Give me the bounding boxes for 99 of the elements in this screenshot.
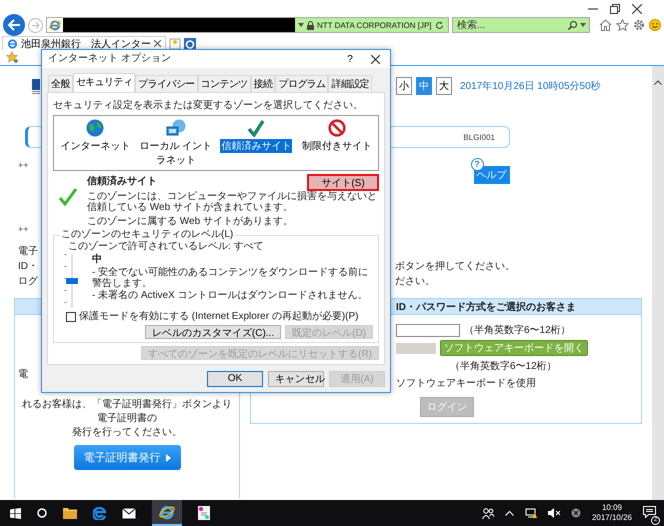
site-identity: NTT DATA CORPORATION [JP] xyxy=(317,20,432,30)
dialog-tab[interactable]: 詳細設定 xyxy=(328,75,372,92)
search-box[interactable]: 検索... xyxy=(452,17,590,33)
close-icon[interactable] xyxy=(632,4,642,14)
search-icon[interactable] xyxy=(37,508,47,518)
zone-note: このゾーンに属する Web サイトがあります。 xyxy=(87,216,294,227)
hint-text: （半角英数字6〜12桁） xyxy=(450,360,557,373)
notification-icon[interactable] xyxy=(643,506,656,518)
scroll-up-icon[interactable] xyxy=(654,80,662,85)
body-text: ログ xyxy=(18,275,38,288)
globe-icon xyxy=(86,118,104,136)
dialog-button[interactable]: OK xyxy=(207,370,263,386)
settings-icon[interactable] xyxy=(633,19,645,31)
text-size-button[interactable]: 大 xyxy=(436,77,452,95)
slider-thumb[interactable] xyxy=(66,278,78,284)
marker-text: ++ xyxy=(18,224,29,234)
level-description: - 安全でない可能性のあるコンテンツをダウンロードする前に警告します。 xyxy=(92,266,370,290)
zone-item[interactable]: 信頼済みサイト xyxy=(217,118,296,166)
zone-item[interactable]: 制限付きサイト xyxy=(298,118,376,166)
taskbar-clock[interactable]: 10:09 2017/10/26 xyxy=(592,503,632,523)
checkbox-label: ソフトウェアキーボードを使用 xyxy=(396,377,536,390)
dialog-tab[interactable]: 全般 xyxy=(48,75,73,92)
level-description: - 未署名の ActiveX コントロールはダウンロードされません。 xyxy=(92,290,369,301)
network-icon[interactable] xyxy=(524,508,537,518)
mail-icon[interactable] xyxy=(122,508,136,518)
dialog-tab[interactable]: プログラム xyxy=(275,75,328,92)
document-icon[interactable] xyxy=(198,506,210,520)
body-text: れるお客様は、「電子証明書発行」ボタンより電子証明書の xyxy=(21,398,233,425)
search-icon[interactable] xyxy=(568,20,577,30)
volume-mute-icon[interactable] xyxy=(548,508,560,518)
level-button[interactable]: レベルのカスタマイズ(C)... xyxy=(144,324,282,338)
scrollbar[interactable] xyxy=(652,66,664,500)
restore-icon[interactable] xyxy=(610,4,620,14)
address-bar[interactable]: NTT DATA CORPORATION [JP] xyxy=(46,17,449,33)
refresh-icon[interactable] xyxy=(434,20,444,30)
check-icon xyxy=(247,118,266,136)
back-button[interactable] xyxy=(3,14,25,36)
certificate-bar[interactable]: NTT DATA CORPORATION [JP] xyxy=(295,18,448,32)
checkbox-label: 保護モードを有効にする (Internet Explorer の再起動が必要)(P) xyxy=(79,311,358,322)
hint-text: （半角英数字6〜12桁） xyxy=(464,324,571,337)
text-size-button[interactable]: 中 xyxy=(416,77,432,95)
checkbox[interactable] xyxy=(66,312,76,322)
chevron-up-icon[interactable] xyxy=(504,510,514,516)
dialog-tab[interactable]: コンテンツ xyxy=(198,75,251,92)
zone-item[interactable]: ローカル イントラネット xyxy=(136,118,215,166)
password-input-field[interactable] xyxy=(396,342,436,354)
favorites-icon[interactable] xyxy=(6,51,19,63)
zone-title: 信頼済みサイト xyxy=(87,176,157,188)
windows-icon[interactable] xyxy=(10,508,21,518)
close-icon xyxy=(370,54,380,64)
marker-text: ++ xyxy=(18,160,29,170)
no-entry-icon xyxy=(328,118,346,136)
zone-item[interactable]: インターネット xyxy=(56,118,134,166)
star-icon[interactable] xyxy=(616,19,629,31)
group-legend: このゾーンのセキュリティのレベル(L) xyxy=(60,229,234,240)
network-computers-icon xyxy=(166,118,186,136)
lock-icon xyxy=(307,20,314,30)
body-text: 発行を行ってください。 xyxy=(71,426,183,439)
logo-icon xyxy=(32,78,40,94)
error-icon[interactable] xyxy=(570,508,581,518)
instruction-text: セキュリティ設定を表示または変更するゾーンを選択してください。 xyxy=(53,100,364,112)
help-icon: ? xyxy=(470,158,484,171)
people-icon[interactable] xyxy=(482,508,494,518)
clock-time: 10:09 xyxy=(602,503,622,513)
text-size-button[interactable]: 小 xyxy=(396,77,412,95)
zone-description: このゾーンには、コンピューターやファイルに損害を与えないと信頼している Web サイトが含まれています。 xyxy=(87,190,378,214)
taskbar-app-active[interactable] xyxy=(152,500,182,526)
dialog-tab[interactable]: セキュリティ xyxy=(72,73,136,92)
level-name: 中 xyxy=(92,254,103,266)
dialog-tab[interactable]: プライバシー xyxy=(135,75,198,92)
help-button[interactable]: ? xyxy=(340,54,360,64)
id-input-field[interactable] xyxy=(396,324,460,336)
body-text: ID・ xyxy=(18,260,38,273)
check-icon xyxy=(59,188,77,206)
dialog-title: インターネット オプション xyxy=(48,53,171,65)
close-icon[interactable] xyxy=(154,40,161,47)
date-time: 2017年10月26日 10時05分50秒 xyxy=(460,80,601,93)
folder-icon[interactable] xyxy=(63,507,77,519)
new-tab-icon[interactable] xyxy=(169,38,181,50)
panel-title: ID・パスワード方式をご選択のお客さま xyxy=(396,300,576,314)
help-button[interactable]: ヘルプ xyxy=(474,166,510,184)
caret-icon xyxy=(166,454,170,462)
body-text: ださい。 xyxy=(395,275,435,288)
clock-date: 2017/10/26 xyxy=(592,513,632,523)
caret-icon[interactable] xyxy=(580,23,586,27)
smiley-icon[interactable] xyxy=(649,19,661,31)
body-text: 電 xyxy=(17,368,28,381)
browser-tab[interactable]: 池田泉州銀行 法人インター xyxy=(2,36,166,50)
screen-id: BLGI001 xyxy=(463,132,495,142)
home-icon[interactable] xyxy=(599,19,612,31)
search-input[interactable]: 検索... xyxy=(453,20,565,30)
sites-button[interactable]: サイト(S) xyxy=(307,174,379,190)
body-text: 電子 xyxy=(18,245,38,258)
caret-icon[interactable] xyxy=(298,23,304,27)
allowed-level-text: このゾーンで許可されているレベル: すべて xyxy=(68,240,265,252)
body-text: ボタンを押してください。 xyxy=(395,260,515,273)
dialog-button[interactable]: キャンセル xyxy=(268,370,324,386)
edge-icon[interactable] xyxy=(93,506,106,520)
dialog-tab[interactable]: 接続 xyxy=(250,75,276,92)
